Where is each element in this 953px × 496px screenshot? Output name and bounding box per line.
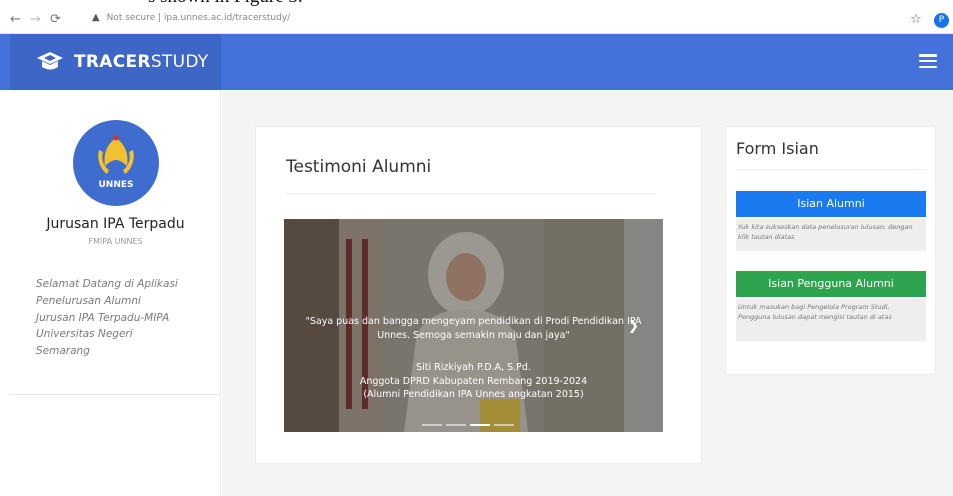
sidebar: UNNES Jurusan IPA Terpadu FMIPA UNNES Se… (10, 90, 221, 496)
brand-bold-part: TRACER (74, 52, 151, 72)
graduation-cap-icon (37, 52, 63, 70)
carousel-indicator-active[interactable] (470, 424, 490, 426)
sidebar-divider (10, 394, 221, 395)
testimonial-title: Testimoni Alumni (286, 157, 432, 177)
caption-text: s shown in Figure 3. (148, 0, 303, 8)
top-navbar: TRACERSTUDY (0, 34, 953, 90)
author-role: Anggota DPRD Kabupaten Rembang 2019-2024 (359, 375, 588, 387)
testimonial-author: Siti Rizkiyah P.D.A, S.Pd. Anggota DPRD … (284, 361, 663, 402)
brand-light-part: STUDY (150, 52, 209, 72)
back-arrow-icon[interactable]: ← (10, 12, 21, 27)
hamburger-menu-icon[interactable] (919, 54, 937, 69)
not-secure-label: Not secure (106, 13, 156, 23)
welcome-line: Universitas Negeri (36, 328, 133, 341)
university-logo: UNNES (73, 120, 159, 206)
author-note: (Alumni Pendidikan IPA Unnes angkatan 20… (363, 389, 584, 400)
url-text: ipa.unnes.ac.id/tracerstudy/ (163, 13, 291, 23)
main-content: Testimoni Alumni "Saya puas dan bangga m… (222, 90, 953, 496)
carousel-next-icon[interactable]: ❯ (628, 319, 639, 334)
form-divider (736, 169, 926, 170)
carousel-indicator[interactable] (446, 424, 466, 426)
isian-alumni-button[interactable]: Isian Alumni (736, 191, 926, 217)
alumni-note: Yuk kita sukseskan data penelusuran lulu… (736, 219, 926, 251)
testimonial-card: Testimoni Alumni "Saya puas dan bangga m… (255, 126, 702, 464)
address-bar[interactable]: ▲ Not secure | ipa.unnes.ac.id/tracerstu… (92, 12, 290, 23)
carousel-indicators (422, 411, 522, 426)
isian-pengguna-button[interactable]: Isian Pengguna Alumni (736, 271, 926, 297)
welcome-text: Selamat Datang di Aplikasi Penelurusan A… (36, 276, 206, 360)
carousel-indicator[interactable] (422, 424, 442, 426)
welcome-line: Jurusan IPA Terpadu-MIPA (36, 311, 170, 324)
welcome-line: Penelurusan Alumni (36, 294, 141, 307)
profile-avatar[interactable]: P (934, 13, 949, 28)
title-divider (286, 193, 656, 194)
warning-icon: ▲ (92, 12, 100, 23)
carousel-indicator[interactable] (494, 424, 514, 426)
form-title: Form Isian (736, 139, 819, 158)
browser-toolbar: ← → ⟳ ▲ Not secure | ipa.unnes.ac.id/tra… (0, 8, 953, 34)
pengguna-note: Untuk masukan bagi Pengelola Program Stu… (736, 299, 926, 341)
bookmark-star-icon[interactable]: ☆ (910, 12, 922, 27)
forward-arrow-icon[interactable]: → (30, 12, 41, 27)
logo-label: UNNES (98, 180, 134, 190)
testimonial-quote: "Saya puas dan bangga mengeyam pendidika… (305, 316, 642, 341)
faculty-name: FMIPA UNNES (88, 237, 143, 246)
department-name: Jurusan IPA Terpadu (46, 216, 185, 232)
reload-icon[interactable]: ⟳ (50, 12, 61, 27)
unnes-emblem-icon (98, 135, 134, 174)
testimonial-carousel[interactable]: "Saya puas dan bangga mengeyam pendidika… (284, 219, 663, 432)
author-name: Siti Rizkiyah P.D.A, S.Pd. (416, 362, 531, 373)
brand-name: TRACERSTUDY (74, 52, 209, 72)
welcome-line: Selamat Datang di Aplikasi (36, 278, 178, 290)
welcome-line: Semarang (36, 345, 90, 358)
form-card: Form Isian Isian Alumni Yuk kita suksesk… (725, 126, 936, 375)
brand-block[interactable]: TRACERSTUDY (10, 34, 221, 90)
